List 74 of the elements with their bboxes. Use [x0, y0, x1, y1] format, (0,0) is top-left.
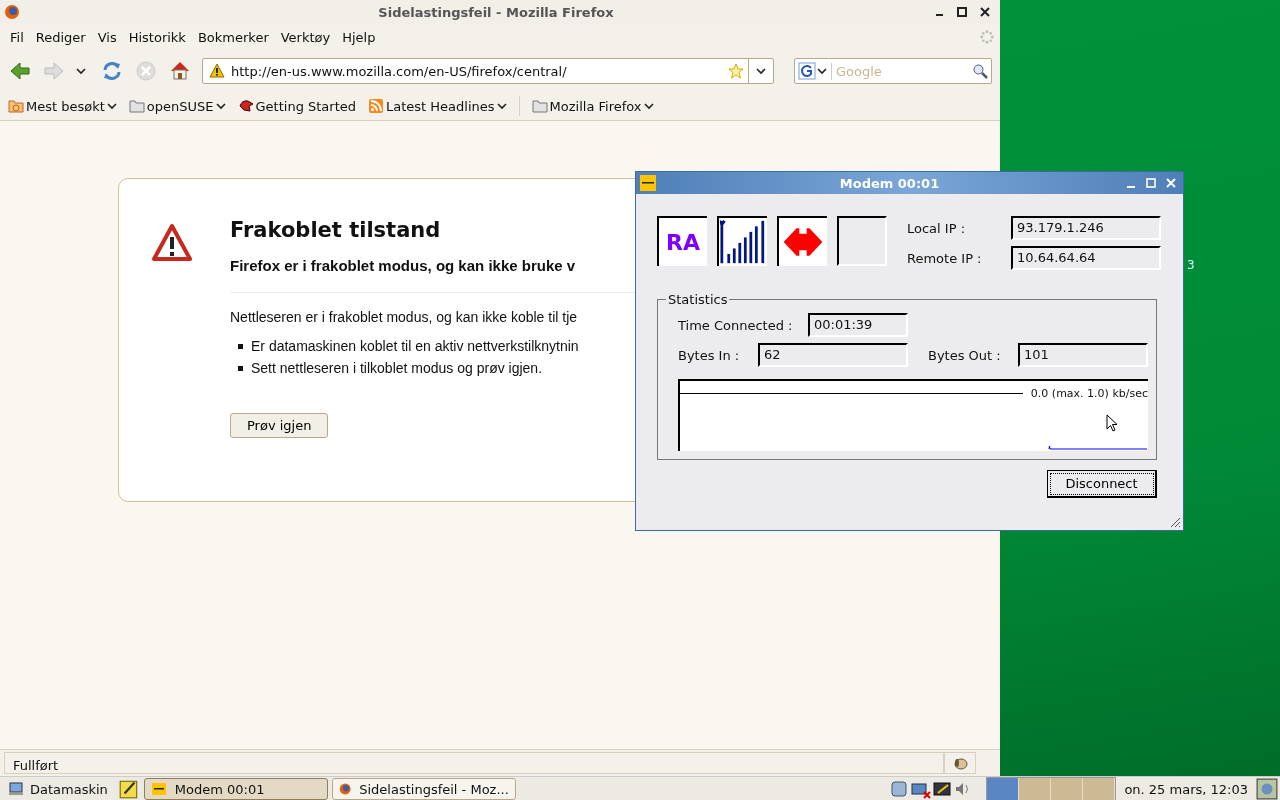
back-arrow-icon[interactable] — [8, 59, 32, 83]
window-title: Modem 00:01 — [838, 175, 941, 191]
app-logo-icon — [640, 175, 656, 191]
taskbar-button[interactable]: Sidelastingsfeil - Moz... — [331, 778, 516, 800]
retry-button[interactable]: Prøv igjen — [230, 413, 329, 438]
bookmark-item[interactable]: Latest Headlines — [368, 98, 507, 114]
list-item: Sett nettleseren i tilkoblet modus og prøv igjen. — [251, 359, 543, 378]
warning-icon — [152, 223, 192, 263]
menu-item[interactable]: Hjelp — [336, 29, 382, 45]
bytes-in-field: 62 — [758, 343, 908, 367]
address-field[interactable]: http://en-us.www.mozilla.com/en-US/firefox/central/ — [202, 58, 774, 84]
dropdown-caret-icon[interactable] — [76, 66, 86, 76]
error-subtitle: Firefox er i frakoblet modus, og kan ikke bruke v — [230, 257, 576, 274]
dropdown-caret-icon[interactable] — [756, 66, 766, 76]
mouse-pointer-icon — [1106, 414, 1118, 432]
start-menu-button[interactable]: Datamaskin — [2, 778, 114, 800]
menu-item[interactable]: Verktøy — [274, 29, 337, 45]
letter-g-icon[interactable] — [798, 62, 828, 80]
workspace-cell[interactable] — [987, 778, 1020, 800]
traffic-line-icon — [1048, 444, 1148, 450]
folder-icon — [8, 98, 24, 114]
menu-item[interactable]: Fil — [4, 29, 30, 45]
folder-icon — [128, 98, 145, 114]
remote-ip-field: 10.64.64.64 — [1011, 246, 1161, 270]
rss-feed-icon — [368, 98, 385, 114]
error-title: Frakoblet tilstand — [230, 218, 441, 242]
computer-icon — [8, 781, 24, 797]
field-label: Bytes In : — [678, 347, 741, 363]
spinner-icon — [980, 30, 994, 44]
app-logo-icon — [150, 781, 167, 797]
field-label: Remote IP : — [907, 250, 983, 266]
group-title: Statistics — [667, 292, 729, 307]
menu-item[interactable]: Vis — [91, 29, 123, 45]
bookmark-item[interactable]: openSUSE — [128, 98, 226, 114]
bullet-icon — [238, 343, 243, 349]
search-icon[interactable] — [972, 63, 988, 79]
warning-icon — [209, 63, 225, 79]
star-icon[interactable] — [728, 63, 744, 79]
bird-icon — [237, 98, 254, 114]
bookmark-item[interactable]: Mest besøkt — [8, 98, 117, 114]
graph-label: 0.0 (max. 1.0) kb/sec — [1029, 387, 1148, 400]
menu-item[interactable]: Rediger — [29, 29, 92, 45]
bytes-out-field: 101 — [1018, 343, 1148, 367]
clock[interactable]: on. 25 mars, 12:03 — [1120, 781, 1252, 797]
list-item: Er datamaskinen koblet til en aktiv nettverkstilknytnin — [251, 337, 579, 356]
menu-item[interactable]: Historikk — [122, 29, 192, 45]
field-label: Local IP : — [907, 220, 966, 236]
bookmark-item[interactable]: Mozilla Firefox — [531, 98, 654, 114]
taskbar-button[interactable]: Modem 00:01 — [143, 778, 328, 800]
bookmark-item[interactable]: Getting Started — [237, 98, 357, 114]
resize-grip-icon[interactable] — [1169, 516, 1181, 528]
menu-item[interactable]: Bokmerker — [191, 29, 275, 45]
field-label: Time Connected : — [678, 317, 794, 333]
error-text: Nettleseren er i frakoblet modus, og kan ikke koble til tje — [230, 309, 578, 325]
folder-icon — [531, 98, 548, 114]
status-indicator — [837, 216, 887, 266]
time-field: 00:01:39 — [808, 313, 908, 337]
globe-icon — [4, 4, 20, 20]
status-indicator: RA — [657, 216, 707, 266]
workspace-cell[interactable] — [1051, 778, 1084, 800]
desktop-icon[interactable] — [1256, 778, 1278, 800]
bullet-icon — [238, 365, 243, 371]
status-text: Fullført — [4, 752, 944, 774]
window-title: Sidelastingsfeil - Mozilla Firefox — [377, 4, 615, 20]
notepad-icon[interactable] — [117, 778, 140, 800]
disconnect-button[interactable]: Disconnect — [1047, 470, 1157, 498]
search-bar[interactable]: Google — [794, 58, 992, 84]
workspace-cell[interactable] — [1019, 778, 1052, 800]
globe-icon — [338, 781, 352, 797]
field-label: Bytes Out : — [928, 347, 1002, 363]
local-ip-field: 93.179.1.246 — [1011, 216, 1161, 240]
signal-bars-icon — [717, 216, 767, 266]
desktop-icon-label: 3 — [1187, 258, 1195, 272]
workspace-cell[interactable] — [1083, 778, 1116, 800]
